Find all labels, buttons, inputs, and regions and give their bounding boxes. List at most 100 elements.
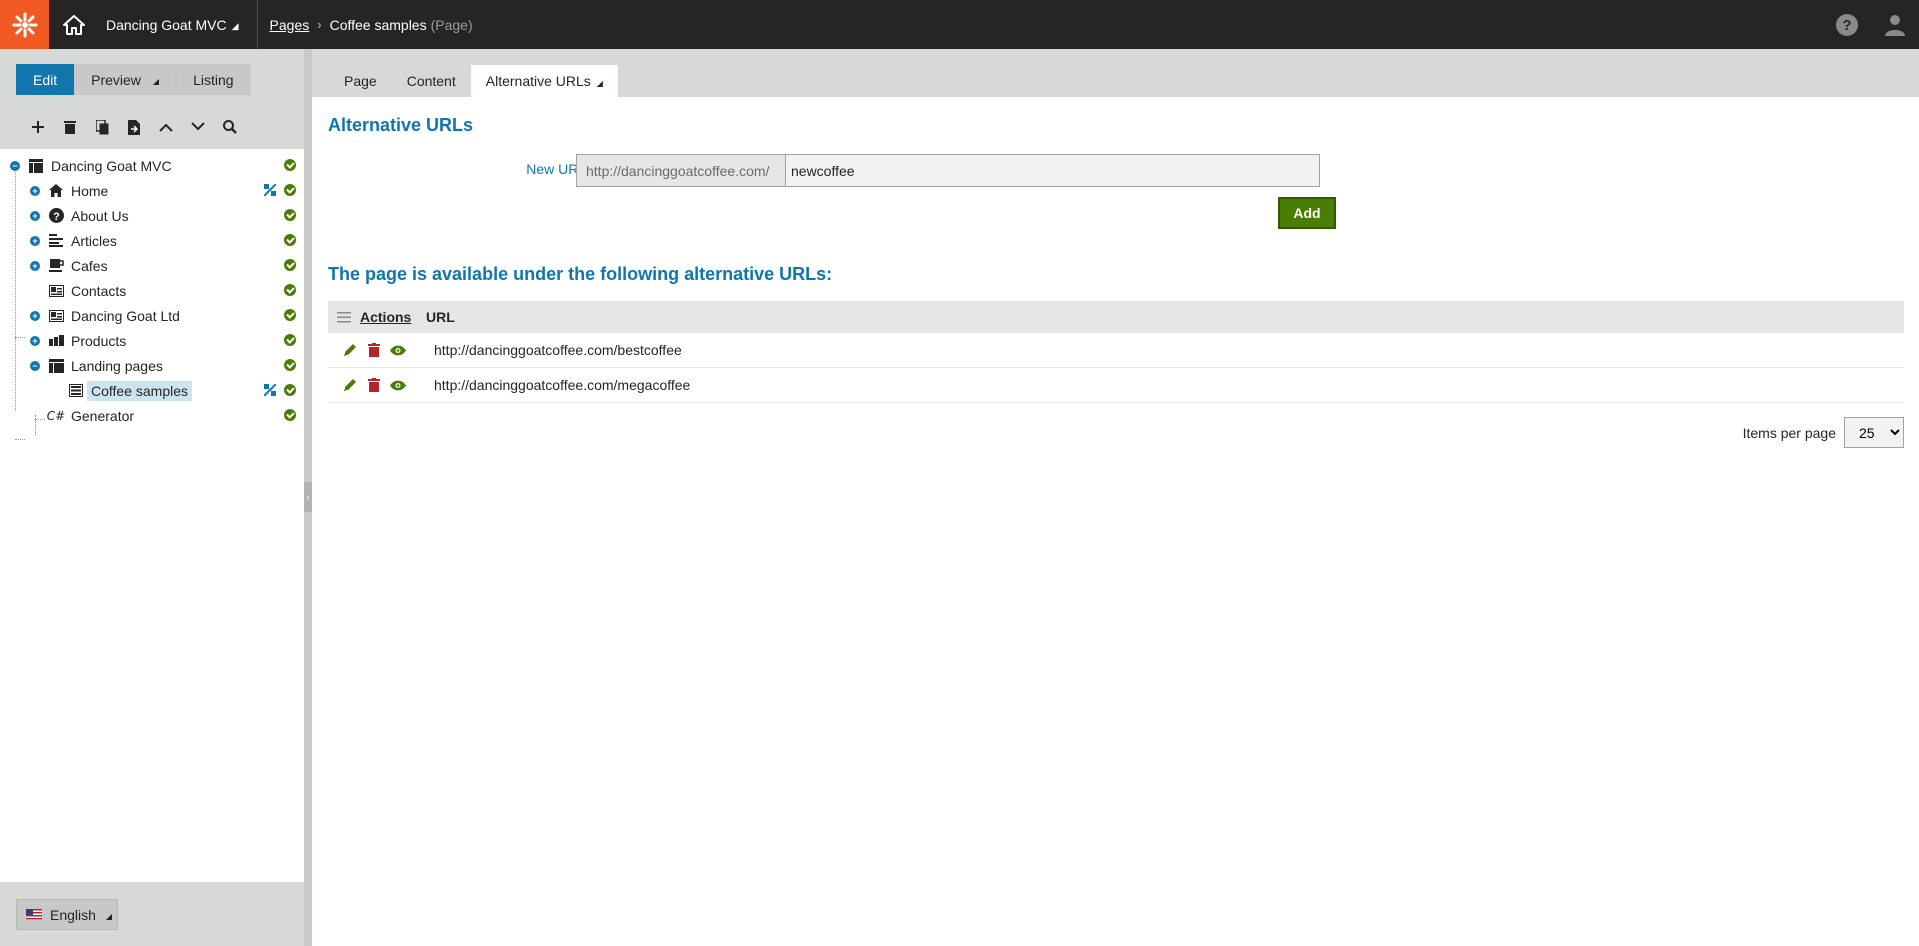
user-icon[interactable] bbox=[1871, 0, 1919, 49]
tree-toolbar bbox=[0, 105, 304, 149]
delete-icon[interactable] bbox=[54, 112, 86, 142]
actions-column-header[interactable]: Actions bbox=[360, 309, 426, 325]
tree-item-generator[interactable]: C# Generator bbox=[46, 403, 135, 428]
new-url-input[interactable] bbox=[786, 155, 1319, 186]
published-status-icon bbox=[284, 234, 296, 246]
main-content: Page Content Alternative URLs ◢ Alternati… bbox=[312, 49, 1919, 946]
delete-icon[interactable] bbox=[362, 341, 386, 359]
collapse-icon[interactable]: − bbox=[10, 161, 20, 171]
svg-text:?: ? bbox=[1842, 17, 1851, 34]
published-status-icon bbox=[284, 359, 296, 371]
help-icon[interactable]: ? bbox=[1823, 0, 1871, 49]
tree-guide-line bbox=[15, 169, 16, 411]
tree-item-label: About Us bbox=[71, 207, 129, 224]
workflow-icon bbox=[263, 183, 277, 197]
published-status-icon bbox=[284, 209, 296, 221]
dropdown-arrow-icon: ◢ bbox=[231, 21, 239, 31]
tree-item-label: Products bbox=[71, 332, 127, 349]
question-icon: ? bbox=[48, 208, 64, 224]
expand-icon[interactable]: + bbox=[30, 236, 40, 246]
url-cell: http://dancinggoatcoffee.com/bestcoffee bbox=[434, 342, 682, 358]
listing-mode-button[interactable]: Listing bbox=[176, 64, 251, 95]
csharp-icon: C# bbox=[46, 408, 66, 423]
breadcrumb-pages-link[interactable]: Pages bbox=[270, 17, 310, 33]
alternative-urls-grid: Actions URL http://dancinggoatcoffee.com… bbox=[328, 301, 1904, 403]
language-label: English bbox=[50, 906, 96, 923]
preview-mode-label: Preview bbox=[91, 71, 141, 88]
published-status-icon bbox=[284, 334, 296, 346]
collapse-icon[interactable]: − bbox=[30, 361, 40, 371]
content-tree: − Dancing Goat MVC + Home + ? About Us + bbox=[0, 149, 304, 882]
tab-label: Alternative URLs bbox=[485, 73, 591, 89]
expand-icon[interactable]: + bbox=[30, 311, 40, 321]
edit-icon[interactable] bbox=[338, 376, 362, 394]
tree-item-coffee-samples[interactable]: Coffee samples bbox=[68, 378, 193, 403]
expand-icon[interactable]: + bbox=[30, 186, 40, 196]
edit-icon[interactable] bbox=[338, 341, 362, 359]
add-icon[interactable] bbox=[22, 112, 54, 142]
view-icon[interactable] bbox=[386, 341, 410, 359]
tree-item-home[interactable]: + Home bbox=[30, 178, 108, 203]
breadcrumb-type: (Page) bbox=[430, 16, 473, 33]
add-button[interactable]: Add bbox=[1278, 197, 1336, 229]
tree-item-products[interactable]: + Products bbox=[30, 328, 126, 353]
site-name: Dancing Goat MVC bbox=[106, 16, 227, 33]
move-up-icon[interactable] bbox=[150, 112, 182, 142]
tree-item-contacts[interactable]: Contacts bbox=[48, 278, 126, 303]
contact-card-icon bbox=[48, 308, 64, 324]
site-selector[interactable]: Dancing Goat MVC ◢ bbox=[98, 0, 258, 49]
contact-card-icon bbox=[48, 283, 64, 299]
tree-item-label: Landing pages bbox=[71, 357, 163, 374]
move-down-icon[interactable] bbox=[182, 112, 214, 142]
items-per-page-select[interactable]: 25 bbox=[1844, 417, 1904, 448]
column-menu-icon[interactable] bbox=[328, 311, 360, 323]
tree-item-about-us[interactable]: + ? About Us bbox=[30, 203, 129, 228]
move-icon[interactable] bbox=[118, 112, 150, 142]
expand-icon[interactable]: + bbox=[30, 211, 40, 221]
breadcrumb-separator-icon: › bbox=[317, 17, 322, 32]
home-icon[interactable] bbox=[49, 0, 98, 49]
listing-mode-label: Listing bbox=[193, 71, 234, 88]
tree-item-articles[interactable]: + Articles bbox=[30, 228, 117, 253]
alternative-urls-heading: The page is available under the followin… bbox=[328, 264, 833, 284]
language-selector[interactable]: English ◢ bbox=[16, 899, 118, 930]
add-button-label: Add bbox=[1293, 205, 1321, 221]
delete-icon[interactable] bbox=[362, 376, 386, 394]
tree-item-dancing-goat-ltd[interactable]: + Dancing Goat Ltd bbox=[30, 303, 180, 328]
tree-item-dancing-goat-mvc[interactable]: − Dancing Goat MVC bbox=[10, 153, 172, 178]
view-icon[interactable] bbox=[386, 376, 410, 394]
tree-item-cafes[interactable]: + Cafes bbox=[30, 253, 108, 278]
tree-guide-line bbox=[35, 419, 45, 420]
dropdown-arrow-icon: ◢ bbox=[105, 912, 113, 921]
tree-item-label: Cafes bbox=[71, 257, 108, 274]
kentico-logo-icon[interactable] bbox=[0, 0, 49, 49]
cup-icon bbox=[48, 258, 64, 274]
tree-item-landing-pages[interactable]: − Landing pages bbox=[30, 353, 163, 378]
tab-alternative-urls[interactable]: Alternative URLs ◢ bbox=[470, 65, 618, 97]
tab-label: Page bbox=[344, 73, 377, 89]
collapse-panel-icon[interactable]: ‹ bbox=[304, 482, 312, 512]
panel-splitter[interactable]: ‹ bbox=[304, 49, 312, 946]
expand-icon[interactable]: + bbox=[30, 336, 40, 346]
list-icon bbox=[48, 233, 64, 249]
tab-label: Content bbox=[406, 73, 456, 89]
published-status-icon bbox=[284, 184, 296, 196]
url-column-header: URL bbox=[426, 309, 455, 325]
tab-content[interactable]: Content bbox=[392, 65, 471, 97]
tab-page[interactable]: Page bbox=[329, 65, 392, 97]
tree-item-label: Articles bbox=[71, 232, 117, 249]
us-flag-icon bbox=[26, 909, 42, 920]
tree-item-label: Generator bbox=[71, 407, 135, 424]
search-icon[interactable] bbox=[214, 112, 246, 142]
layout-icon bbox=[48, 358, 64, 374]
page-title: Alternative URLs bbox=[328, 115, 474, 135]
table-row: http://dancinggoatcoffee.com/bestcoffee bbox=[328, 333, 1904, 368]
published-status-icon bbox=[284, 309, 296, 321]
expand-icon[interactable]: + bbox=[30, 261, 40, 271]
edit-mode-button[interactable]: Edit bbox=[16, 64, 75, 95]
published-status-icon bbox=[284, 259, 296, 271]
breadcrumb: Pages › Coffee samples (Page) bbox=[258, 17, 473, 33]
copy-icon[interactable] bbox=[86, 112, 118, 142]
preview-mode-button[interactable]: Preview ◢ bbox=[74, 64, 177, 95]
table-row: http://dancinggoatcoffee.com/megacoffee bbox=[328, 368, 1904, 403]
